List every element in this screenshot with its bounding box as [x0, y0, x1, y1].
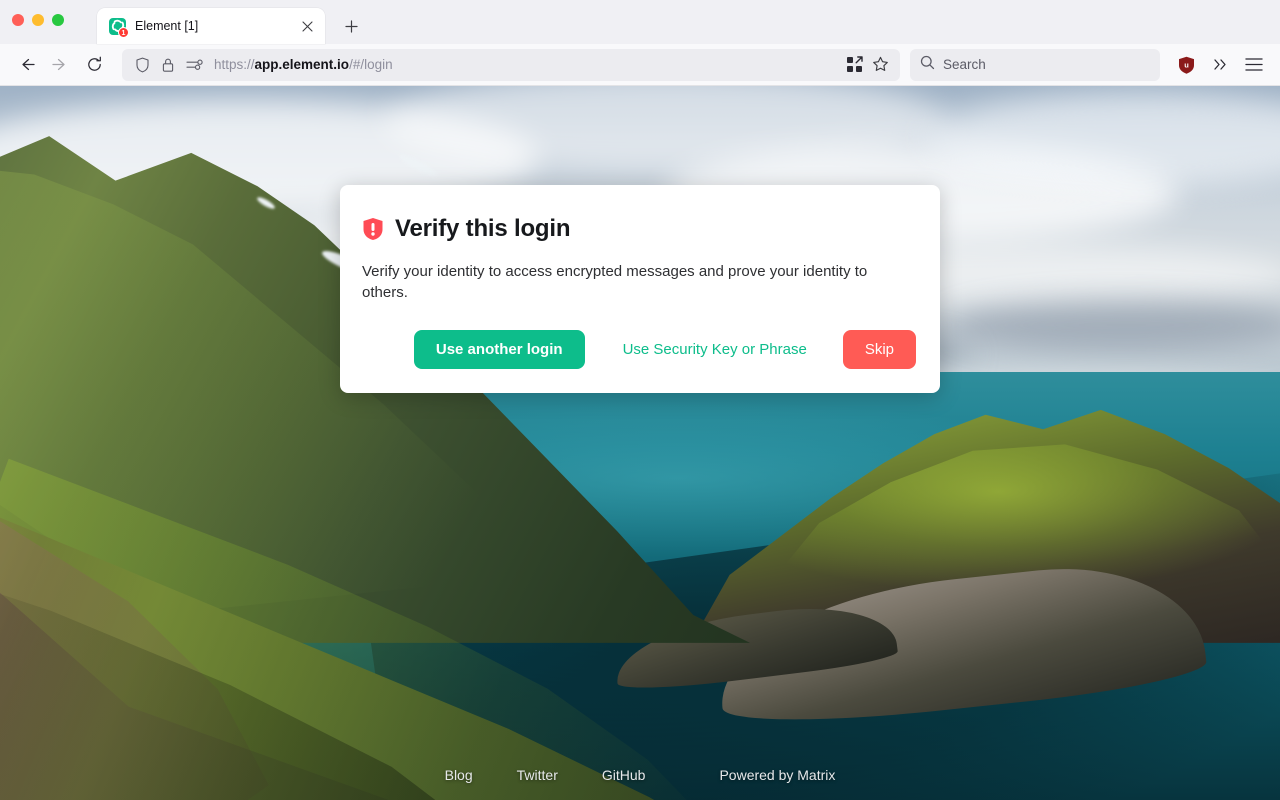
navigation-toolbar: https://app.element.io/#/login Search u [0, 44, 1280, 86]
footer-link-blog[interactable]: Blog [423, 767, 495, 783]
browser-tab[interactable]: 1 Element [1] [97, 8, 325, 44]
forward-button[interactable] [44, 49, 76, 81]
url-bar[interactable]: https://app.element.io/#/login [122, 48, 900, 81]
padlock-icon[interactable] [156, 53, 180, 77]
new-tab-button[interactable] [337, 12, 365, 40]
back-button[interactable] [10, 49, 42, 81]
tab-title: Element [1] [135, 19, 199, 33]
extensions-grid-icon[interactable] [842, 53, 866, 77]
browser-window: 1 Element [1] https://app.element.io/#/l… [0, 0, 1280, 800]
hamburger-menu-icon[interactable] [1238, 49, 1270, 81]
star-icon[interactable] [868, 53, 892, 77]
element-logo-icon: 1 [109, 17, 129, 38]
warning-shield-icon [362, 217, 384, 241]
dialog-description: Verify your identity to access encrypted… [362, 263, 868, 302]
search-input[interactable]: Search [943, 57, 986, 72]
skip-button[interactable]: Skip [842, 329, 916, 369]
window-controls [12, 0, 64, 44]
footer-link-twitter[interactable]: Twitter [495, 767, 580, 783]
dialog-actions: Use another login Use Security Key or Ph… [362, 329, 916, 369]
url-text[interactable]: https://app.element.io/#/login [214, 57, 840, 72]
powered-by-matrix-label: Powered by Matrix [719, 767, 836, 783]
tab-badge-count: 1 [118, 26, 129, 38]
page-permissions-icon[interactable] [182, 53, 206, 77]
close-window-button[interactable] [12, 14, 24, 26]
search-icon [920, 55, 935, 75]
svg-text:u: u [1184, 60, 1189, 69]
tab-strip: 1 Element [1] [0, 0, 1280, 44]
shield-icon[interactable] [130, 53, 154, 77]
minimize-window-button[interactable] [32, 14, 44, 26]
close-tab-button[interactable] [297, 16, 317, 36]
use-another-login-button[interactable]: Use another login [413, 329, 585, 369]
use-security-key-or-phrase-link[interactable]: Use Security Key or Phrase [605, 330, 825, 369]
page-footer: Blog Twitter GitHub Powered by Matrix [0, 767, 1280, 783]
maximize-window-button[interactable] [52, 14, 64, 26]
footer-link-github[interactable]: GitHub [580, 767, 668, 783]
toolbar-right: u [1170, 49, 1270, 81]
search-bar[interactable]: Search [910, 48, 1160, 81]
reload-button[interactable] [78, 49, 110, 81]
verify-login-dialog: Verify this login Verify your identity t… [340, 185, 940, 393]
overflow-menu-button[interactable] [1204, 49, 1236, 81]
dialog-title-row: Verify this login [362, 215, 916, 243]
page-viewport: Verify this login Verify your identity t… [0, 86, 1280, 800]
page-title: Verify this login [395, 215, 571, 242]
ublock-origin-shield-icon[interactable]: u [1170, 49, 1202, 81]
